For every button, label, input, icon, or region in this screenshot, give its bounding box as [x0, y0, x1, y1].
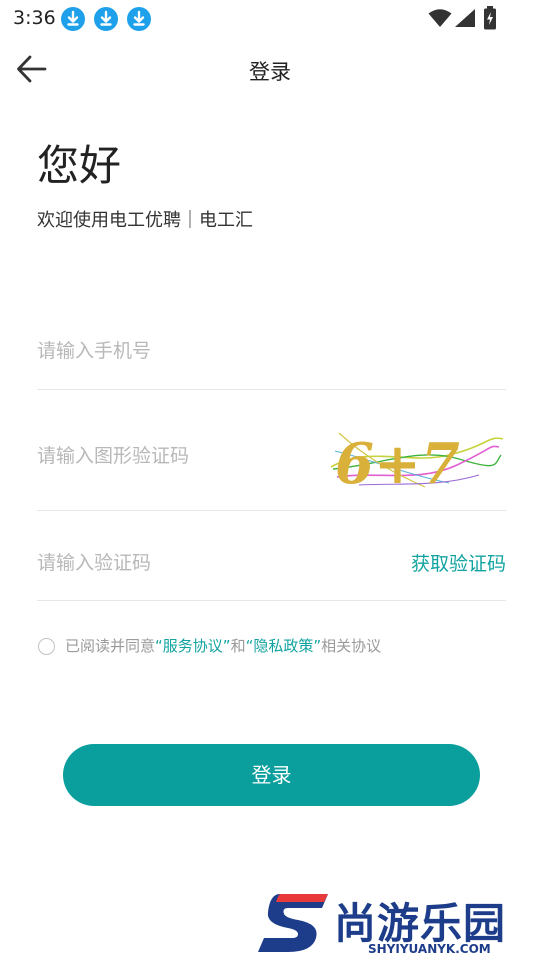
- download-icon: [94, 7, 118, 31]
- wifi-icon: [428, 9, 452, 27]
- agreement-suffix: 相关协议: [321, 637, 382, 655]
- agreement-middle: 和: [230, 637, 246, 655]
- watermark: 尚游乐园 SHYIYUANYK.COM: [258, 890, 540, 960]
- phone-input[interactable]: [37, 336, 437, 366]
- download-icon: [127, 7, 151, 31]
- captcha-input[interactable]: [37, 441, 317, 471]
- watermark-logo-icon: [258, 894, 328, 952]
- login-button[interactable]: 登录: [63, 744, 480, 806]
- code-field-row: 获取验证码: [37, 530, 506, 601]
- app-bar: 登录: [0, 40, 540, 98]
- agreement-text: 已阅读并同意“服务协议”和“隐私政策”相关协议: [65, 635, 381, 656]
- welcome-text: 欢迎使用电工优聘｜电工汇: [37, 210, 253, 231]
- get-code-button[interactable]: 获取验证码: [411, 549, 506, 576]
- captcha-field-row: 6+7: [37, 415, 506, 511]
- page-title: 登录: [249, 60, 291, 84]
- download-icon: [61, 7, 85, 31]
- captcha-image[interactable]: 6+7: [329, 425, 505, 493]
- signal-icon: [455, 9, 475, 27]
- watermark-url: SHYIYUANYK.COM: [368, 942, 491, 956]
- privacy-policy-link[interactable]: “隐私政策”: [246, 637, 322, 655]
- verification-code-input[interactable]: [37, 548, 357, 578]
- captcha-text: 6+7: [335, 431, 460, 493]
- service-agreement-link[interactable]: “服务协议”: [155, 637, 231, 655]
- phone-field-row: [37, 318, 506, 390]
- status-bar: 3:36: [0, 0, 540, 36]
- battery-charging-icon: [484, 6, 496, 30]
- greeting-heading: 您好: [37, 141, 122, 190]
- agreement-prefix: 已阅读并同意: [65, 637, 156, 655]
- status-time: 3:36: [13, 7, 56, 29]
- agree-radio[interactable]: [38, 638, 55, 655]
